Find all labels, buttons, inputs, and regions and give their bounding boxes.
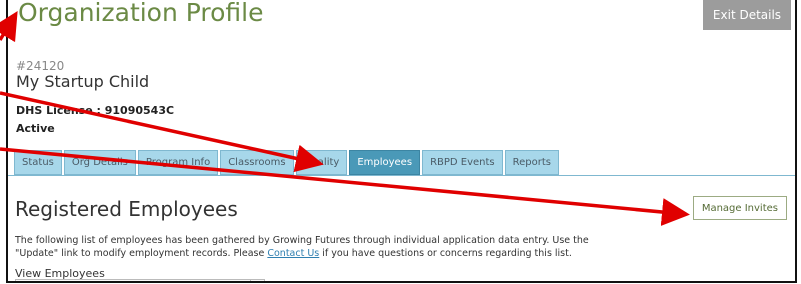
- tab-org-details[interactable]: Org Details: [63, 150, 136, 175]
- tab-quality[interactable]: Quality: [295, 150, 348, 175]
- contact-us-link[interactable]: Contact Us: [267, 248, 319, 259]
- tabs-divider: [8, 175, 795, 176]
- desc-line-2a: "Update" link to modify employment recor…: [15, 248, 268, 259]
- section-description: The following list of employees has been…: [15, 234, 615, 260]
- org-name: My Startup Child: [16, 72, 150, 91]
- tab-bar: Status Org Details Program Info Classroo…: [14, 150, 559, 175]
- tab-program-info[interactable]: Program Info: [137, 150, 219, 175]
- exit-details-button[interactable]: Exit Details: [703, 0, 791, 30]
- dhs-license: DHS License : 91090543C: [16, 104, 175, 117]
- desc-line-1: The following list of employees has been…: [15, 235, 589, 246]
- desc-line-2b: if you have questions or concerns regard…: [319, 248, 572, 259]
- page-title: Organization Profile: [18, 0, 264, 27]
- tab-employees[interactable]: Employees: [349, 150, 421, 175]
- tab-status[interactable]: Status: [14, 150, 62, 175]
- org-status: Active: [16, 122, 55, 135]
- section-title: Registered Employees: [15, 197, 238, 221]
- tab-rbpd-events[interactable]: RBPD Events: [422, 150, 503, 175]
- page-frame: Organization Profile Exit Details #24120…: [6, 0, 797, 283]
- tab-reports[interactable]: Reports: [504, 150, 559, 175]
- chevron-down-icon: [250, 280, 264, 281]
- org-id: #24120: [16, 59, 65, 73]
- manage-invites-button[interactable]: Manage Invites: [692, 196, 787, 220]
- tab-classrooms[interactable]: Classrooms: [220, 150, 294, 175]
- view-employees-select[interactable]: [15, 279, 265, 281]
